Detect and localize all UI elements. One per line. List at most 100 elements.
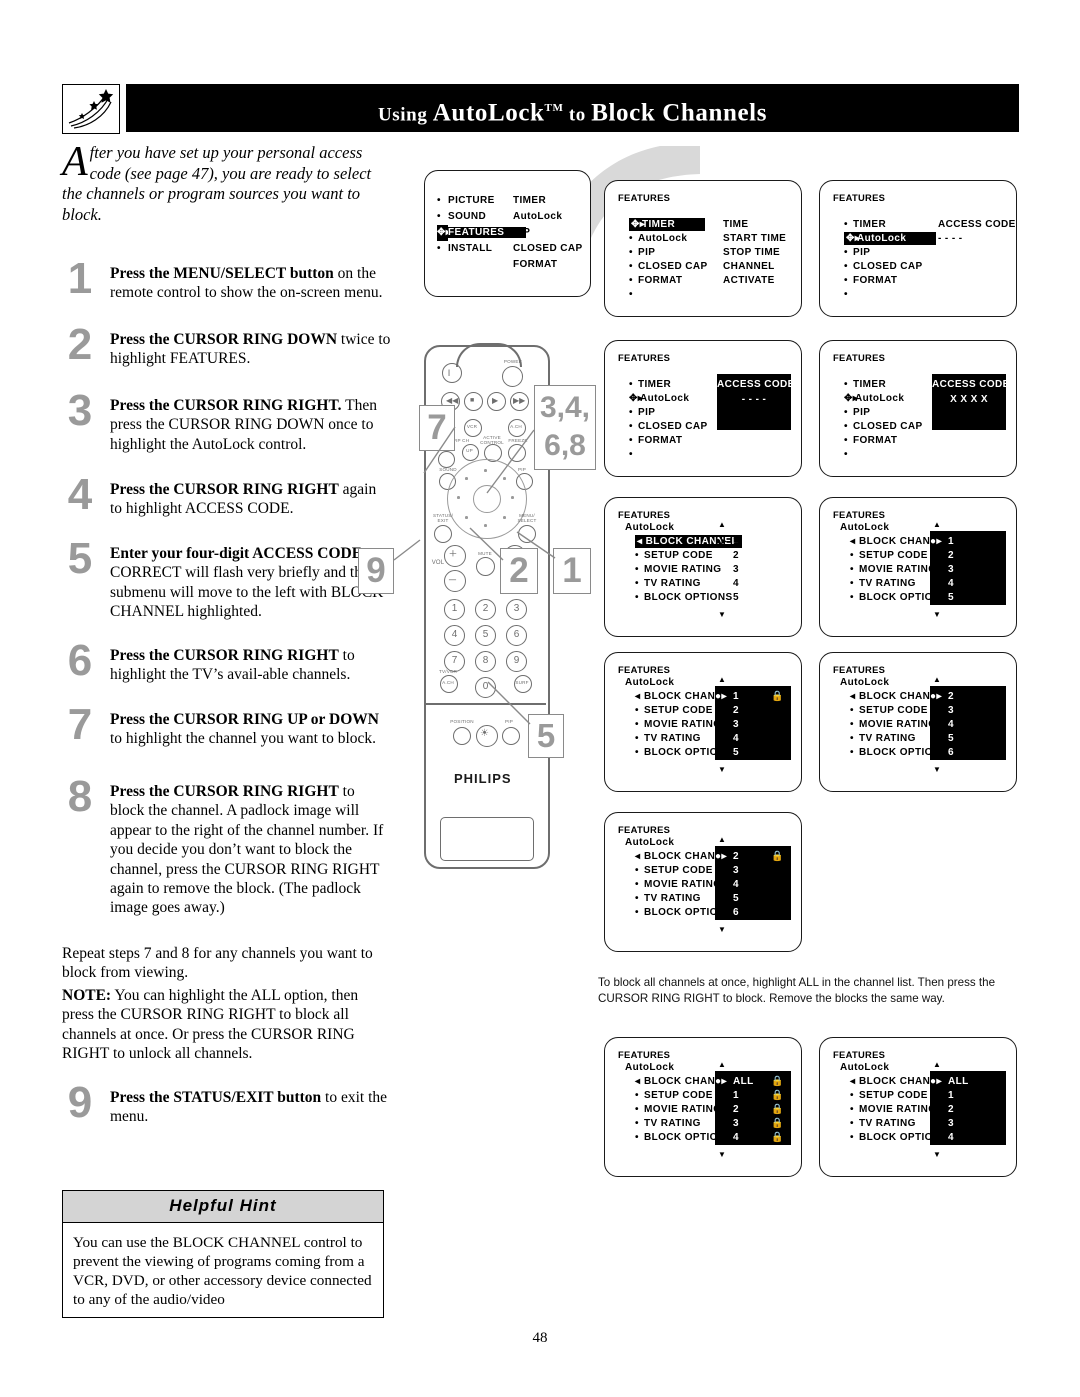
osd-left-item[interactable]: • PIP — [629, 407, 655, 418]
osd-channel-row[interactable]: ●▸ ALL 🔒 — [715, 1076, 791, 1087]
osd-left-item[interactable]: • PIP — [844, 247, 870, 258]
osd-left-item[interactable]: • TIMER — [629, 379, 671, 390]
osd-channel-row[interactable]: ●▸ ALL — [930, 1076, 1006, 1087]
scroll-up-arrow-icon[interactable]: ▲ — [718, 1060, 726, 1069]
main-menu-sub-format[interactable]: FORMAT — [513, 257, 583, 273]
osd-channel-row[interactable]: 5 — [715, 893, 791, 904]
osd-autolock-item[interactable]: • SETUP CODE — [850, 550, 928, 561]
osd-left-item[interactable]: • PIP — [629, 247, 655, 258]
scroll-up-arrow-icon[interactable]: ▲ — [718, 675, 726, 684]
osd-left-item[interactable]: ✥▸AutoLock — [844, 393, 904, 404]
osd-left-item[interactable]: • FORMAT — [629, 275, 682, 286]
step-3-bold: Press the CURSOR RING RIGHT. — [110, 397, 342, 414]
osd-channel-row[interactable]: ●▸ 2 🔒 — [715, 851, 791, 862]
osd-autolock-item[interactable]: • TV RATING — [850, 578, 916, 589]
scroll-down-arrow-icon[interactable]: ▼ — [933, 610, 941, 619]
osd-left-item[interactable]: • AutoLock — [629, 233, 687, 244]
osd-left-item[interactable]: • FORMAT — [844, 275, 897, 286]
osd-channel-row[interactable]: 4 — [930, 719, 1006, 730]
osd-autolock-item[interactable]: • MOVIE RATING — [635, 1104, 721, 1115]
main-menu-sub-pip[interactable]: PIP — [513, 225, 583, 241]
osd-channel-row[interactable]: 3 — [715, 865, 791, 876]
osd-channel-panel: ●▸ 2 3 4 5 6 — [930, 686, 1006, 760]
osd-autolock-item[interactable]: • SETUP CODE — [635, 1090, 713, 1101]
osd-autolock-item[interactable]: • TV RATING — [850, 733, 916, 744]
osd-channel-row[interactable]: 5 — [930, 733, 1006, 744]
osd-right-item: ACTIVATE — [723, 275, 775, 286]
scroll-up-arrow-icon[interactable]: ▲ — [718, 520, 726, 529]
osd-channel-row[interactable]: 2 — [715, 550, 791, 561]
osd-channel-row[interactable]: 2 — [930, 1104, 1006, 1115]
osd-left-item: • — [844, 449, 848, 460]
osd-channel-row[interactable]: 1 🔒 — [715, 1090, 791, 1101]
osd-channel-row[interactable]: 4 — [930, 1132, 1006, 1143]
osd-left-item[interactable]: • CLOSED CAP — [629, 421, 708, 432]
osd-channel-row[interactable]: 4 — [715, 733, 791, 744]
osd-left-item[interactable]: • TIMER — [844, 379, 886, 390]
osd-autolock-item[interactable]: • TV RATING — [635, 893, 701, 904]
osd-channel-row[interactable]: 3 — [715, 564, 791, 575]
main-menu-sub-autolock[interactable]: AutoLock — [513, 209, 583, 225]
osd-channel-row[interactable]: 3 — [930, 564, 1006, 575]
osd-left-item[interactable]: • FORMAT — [844, 435, 897, 446]
scroll-up-arrow-icon[interactable]: ▲ — [933, 1060, 941, 1069]
osd-autolock-item[interactable]: • TV RATING — [850, 1118, 916, 1129]
osd-channel-row[interactable]: ●▸ 1 — [930, 536, 1006, 547]
osd-channel-row[interactable]: 3 🔒 — [715, 1118, 791, 1129]
scroll-down-arrow-icon[interactable]: ▼ — [718, 765, 726, 774]
osd-autolock-item[interactable]: • MOVIE RATING — [850, 1104, 936, 1115]
osd-channel-row[interactable]: ●▸ 1 🔒 — [715, 691, 791, 702]
osd-autolock-item[interactable]: • TV RATING — [635, 1118, 701, 1129]
osd-channel-row[interactable]: 5 — [715, 592, 791, 603]
osd-channel-row[interactable]: 3 — [715, 719, 791, 730]
scroll-up-arrow-icon[interactable]: ▲ — [933, 675, 941, 684]
osd-channel-row[interactable]: ●▸ 2 — [930, 691, 1006, 702]
osd-channel-row[interactable]: 3 — [930, 1118, 1006, 1129]
osd-left-item[interactable]: • CLOSED CAP — [844, 261, 923, 272]
osd-channel-row[interactable]: 4 — [930, 578, 1006, 589]
osd-channel-row[interactable]: ●▸ 1 — [715, 536, 791, 547]
osd-left-item[interactable]: • TIMER — [844, 219, 886, 230]
osd-channel-row[interactable]: 4 🔒 — [715, 1132, 791, 1143]
osd-autolock-item[interactable]: • SETUP CODE — [635, 865, 713, 876]
osd-autolock-item[interactable]: • SETUP CODE — [850, 705, 928, 716]
scroll-down-arrow-icon[interactable]: ▼ — [933, 765, 941, 774]
osd-channel-row[interactable]: 5 — [930, 592, 1006, 603]
osd-channel-row[interactable]: 1 — [930, 1090, 1006, 1101]
osd-autolock-item[interactable]: • SETUP CODE — [850, 1090, 928, 1101]
osd-channel-row[interactable]: 6 — [930, 747, 1006, 758]
step-7: 7 Press the CURSOR RING UP or DOWN to hig… — [62, 703, 392, 749]
osd-autolock-item[interactable]: • TV RATING — [635, 578, 701, 589]
osd-left-item[interactable]: ✥▸AutoLock — [844, 232, 937, 245]
osd-autolock-item[interactable]: • SETUP CODE — [635, 550, 713, 561]
osd-channel-row[interactable]: 4 — [715, 879, 791, 890]
osd-autolock-item[interactable]: • SETUP CODE — [635, 705, 713, 716]
osd-left-item[interactable]: • CLOSED CAP — [844, 421, 923, 432]
osd-channel-row[interactable]: 3 — [930, 705, 1006, 716]
osd-channel-row[interactable]: 2 — [930, 550, 1006, 561]
osd-left-item[interactable]: ✥▸AutoLock — [629, 393, 689, 404]
osd-left-item[interactable]: • CLOSED CAP — [629, 261, 708, 272]
main-menu-sub-timer[interactable]: TIMER — [513, 193, 583, 209]
scroll-down-arrow-icon[interactable]: ▼ — [933, 1150, 941, 1159]
osd-channel-row[interactable]: 6 — [715, 907, 791, 918]
osd-channel-row[interactable]: 2 🔒 — [715, 1104, 791, 1115]
scroll-down-arrow-icon[interactable]: ▼ — [718, 1150, 726, 1159]
scroll-down-arrow-icon[interactable]: ▼ — [718, 925, 726, 934]
osd-left-item[interactable]: • FORMAT — [629, 435, 682, 446]
main-menu-sub-closed-cap[interactable]: CLOSED CAP — [513, 241, 583, 257]
osd-autolock-item[interactable]: • MOVIE RATING — [850, 719, 936, 730]
osd-autolock-item[interactable]: • MOVIE RATING — [850, 564, 936, 575]
scroll-up-arrow-icon[interactable]: ▲ — [933, 520, 941, 529]
osd-left-item[interactable]: ✥▸TIMER — [629, 218, 706, 231]
scroll-down-arrow-icon[interactable]: ▼ — [718, 610, 726, 619]
osd-autolock-item[interactable]: • TV RATING — [635, 733, 701, 744]
scroll-up-arrow-icon[interactable]: ▲ — [718, 835, 726, 844]
osd-channel-row[interactable]: 2 — [715, 705, 791, 716]
osd-autolock-item[interactable]: • MOVIE RATING — [635, 879, 721, 890]
osd-left-item[interactable]: • PIP — [844, 407, 870, 418]
osd-autolock-item[interactable]: • MOVIE RATING — [635, 564, 721, 575]
osd-autolock-item[interactable]: • MOVIE RATING — [635, 719, 721, 730]
osd-channel-row[interactable]: 4 — [715, 578, 791, 589]
osd-channel-row[interactable]: 5 — [715, 747, 791, 758]
